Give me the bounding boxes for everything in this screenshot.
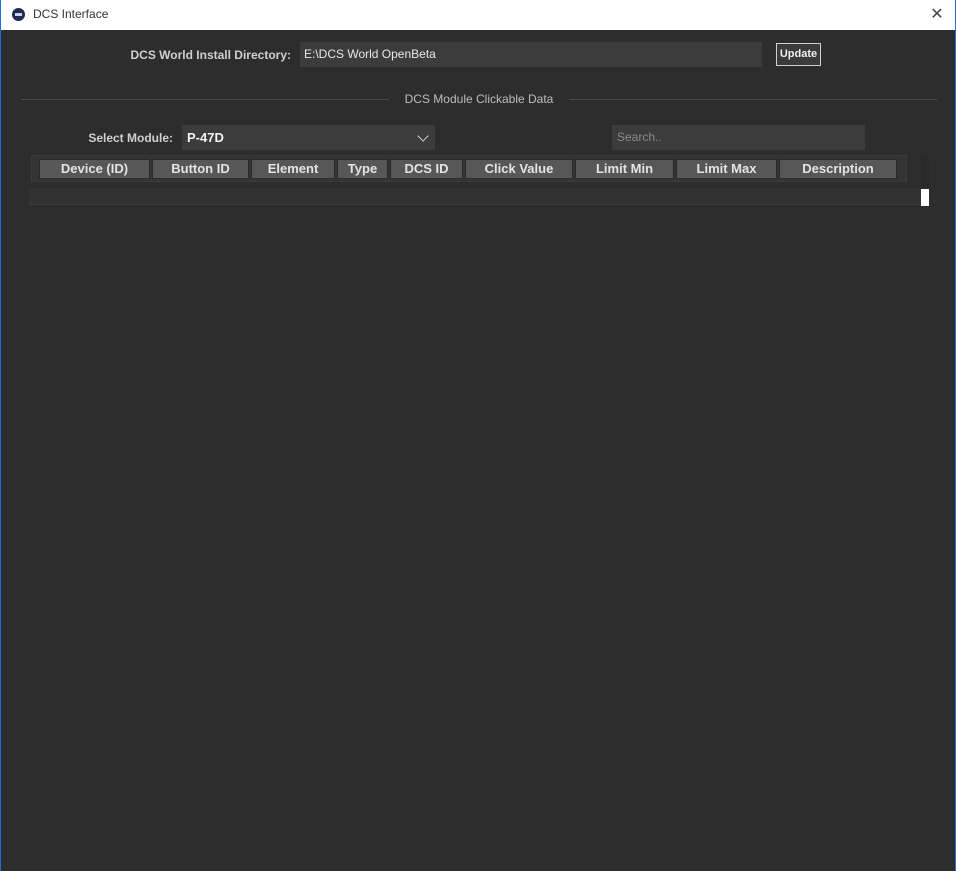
column-header-click-value[interactable]: Click Value	[465, 159, 573, 179]
main-content: DCS World Install Directory: E:\DCS Worl…	[5, 30, 951, 871]
column-header-description[interactable]: Description	[779, 159, 897, 179]
scrollbar-thumb[interactable]	[921, 189, 929, 206]
module-dropdown-value: P-47D	[187, 130, 224, 145]
column-header-dcs-id[interactable]: DCS ID	[390, 159, 463, 179]
column-header-device-id[interactable]: Device (ID)	[39, 159, 150, 179]
close-icon[interactable]: ✕	[919, 0, 955, 30]
install-directory-label: DCS World Install Directory:	[130, 48, 291, 62]
title-bar: DCS Interface ✕	[1, 0, 955, 30]
app-icon	[12, 8, 25, 21]
column-header-element[interactable]: Element	[251, 159, 335, 179]
column-header-button-id[interactable]: Button ID	[152, 159, 249, 179]
section-divider: DCS Module Clickable Data	[21, 90, 937, 110]
window-title: DCS Interface	[33, 7, 109, 21]
divider-line	[569, 99, 937, 100]
column-header-type[interactable]: Type	[337, 159, 388, 179]
select-module-label: Select Module:	[88, 131, 173, 145]
module-dropdown[interactable]: P-47D	[182, 125, 435, 150]
app-window: DCS Interface ✕ DCS World Install Direct…	[0, 0, 956, 871]
update-button[interactable]: Update	[776, 43, 821, 66]
chevron-down-icon	[417, 130, 429, 142]
column-header-limit-max[interactable]: Limit Max	[676, 159, 777, 179]
column-header-limit-min[interactable]: Limit Min	[575, 159, 674, 179]
table-body	[29, 188, 921, 205]
install-directory-field[interactable]: E:\DCS World OpenBeta	[300, 42, 762, 67]
search-input[interactable]: Search..	[612, 125, 865, 150]
table-header-row: Device (ID) Button ID Element Type DCS I…	[39, 159, 897, 179]
